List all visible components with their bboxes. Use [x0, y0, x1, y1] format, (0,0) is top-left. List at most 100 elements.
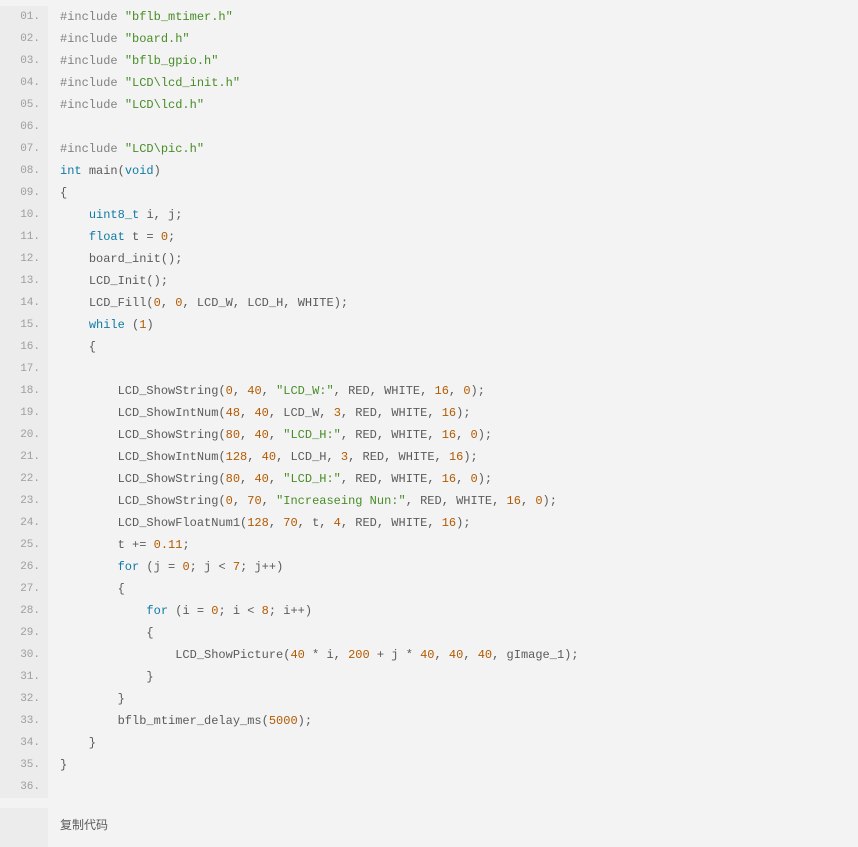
- code-content: #include "LCD\lcd.h": [48, 94, 204, 116]
- code-content: bflb_mtimer_delay_ms(5000);: [48, 710, 312, 732]
- code-line: 01.#include "bflb_mtimer.h": [0, 6, 858, 28]
- code-content: }: [48, 666, 154, 688]
- code-line: 36.: [0, 776, 858, 798]
- code-content: LCD_Init();: [48, 270, 168, 292]
- line-number: 20.: [0, 424, 48, 446]
- code-content: uint8_t i, j;: [48, 204, 182, 226]
- line-number: 06.: [0, 116, 48, 138]
- code-content: LCD_ShowString(0, 40, "LCD_W:", RED, WHI…: [48, 380, 485, 402]
- line-number: 34.: [0, 732, 48, 754]
- code-content: LCD_ShowIntNum(48, 40, LCD_W, 3, RED, WH…: [48, 402, 471, 424]
- code-line: 26. for (j = 0; j < 7; j++): [0, 556, 858, 578]
- line-number: 08.: [0, 160, 48, 182]
- line-number: 12.: [0, 248, 48, 270]
- code-content: [48, 358, 67, 380]
- code-line: 13. LCD_Init();: [0, 270, 858, 292]
- line-number: 01.: [0, 6, 48, 28]
- code-line: 12. board_init();: [0, 248, 858, 270]
- code-content: }: [48, 754, 67, 776]
- line-number: 17.: [0, 358, 48, 380]
- line-number: 32.: [0, 688, 48, 710]
- code-line: 21. LCD_ShowIntNum(128, 40, LCD_H, 3, RE…: [0, 446, 858, 468]
- code-content: {: [48, 336, 96, 358]
- line-number: 35.: [0, 754, 48, 776]
- code-content: LCD_Fill(0, 0, LCD_W, LCD_H, WHITE);: [48, 292, 348, 314]
- code-line: 10. uint8_t i, j;: [0, 204, 858, 226]
- line-number: 25.: [0, 534, 48, 556]
- copy-code-link[interactable]: 复制代码: [48, 808, 108, 847]
- code-content: {: [48, 182, 67, 204]
- code-line: 28. for (i = 0; i < 8; i++): [0, 600, 858, 622]
- copy-row: 复制代码: [0, 808, 858, 847]
- code-block: 01.#include "bflb_mtimer.h"02.#include "…: [0, 0, 858, 847]
- code-content: [48, 776, 67, 798]
- code-line: 18. LCD_ShowString(0, 40, "LCD_W:", RED,…: [0, 380, 858, 402]
- code-content: for (i = 0; i < 8; i++): [48, 600, 312, 622]
- code-content: LCD_ShowFloatNum1(128, 70, t, 4, RED, WH…: [48, 512, 471, 534]
- code-content: for (j = 0; j < 7; j++): [48, 556, 283, 578]
- code-line: 27. {: [0, 578, 858, 600]
- code-line: 35.}: [0, 754, 858, 776]
- code-line: 02.#include "board.h": [0, 28, 858, 50]
- line-number: 22.: [0, 468, 48, 490]
- line-number: 29.: [0, 622, 48, 644]
- code-content: float t = 0;: [48, 226, 175, 248]
- code-content: int main(void): [48, 160, 161, 182]
- code-line: 34. }: [0, 732, 858, 754]
- code-content: LCD_ShowString(80, 40, "LCD_H:", RED, WH…: [48, 424, 492, 446]
- code-line: 30. LCD_ShowPicture(40 * i, 200 + j * 40…: [0, 644, 858, 666]
- code-content: LCD_ShowString(0, 70, "Increaseing Nun:"…: [48, 490, 557, 512]
- line-number: 23.: [0, 490, 48, 512]
- line-number: 31.: [0, 666, 48, 688]
- line-number: 11.: [0, 226, 48, 248]
- code-content: }: [48, 688, 125, 710]
- line-number: 14.: [0, 292, 48, 314]
- line-number: 33.: [0, 710, 48, 732]
- code-line: 14. LCD_Fill(0, 0, LCD_W, LCD_H, WHITE);: [0, 292, 858, 314]
- code-content: LCD_ShowPicture(40 * i, 200 + j * 40, 40…: [48, 644, 579, 666]
- line-number: 10.: [0, 204, 48, 226]
- code-line: 07.#include "LCD\pic.h": [0, 138, 858, 160]
- code-line: 25. t += 0.11;: [0, 534, 858, 556]
- code-content: #include "board.h": [48, 28, 190, 50]
- code-line: 08.int main(void): [0, 160, 858, 182]
- line-number: 04.: [0, 72, 48, 94]
- code-content: while (1): [48, 314, 154, 336]
- code-line: 31. }: [0, 666, 858, 688]
- code-line: 17.: [0, 358, 858, 380]
- code-content: board_init();: [48, 248, 182, 270]
- code-line: 22. LCD_ShowString(80, 40, "LCD_H:", RED…: [0, 468, 858, 490]
- code-line: 23. LCD_ShowString(0, 70, "Increaseing N…: [0, 490, 858, 512]
- code-line: 09.{: [0, 182, 858, 204]
- code-lines: 01.#include "bflb_mtimer.h"02.#include "…: [0, 6, 858, 798]
- line-number: 24.: [0, 512, 48, 534]
- code-content: }: [48, 732, 96, 754]
- code-content: #include "LCD\lcd_init.h": [48, 72, 240, 94]
- line-number: 09.: [0, 182, 48, 204]
- code-content: [48, 116, 67, 138]
- code-content: #include "bflb_mtimer.h": [48, 6, 233, 28]
- code-line: 03.#include "bflb_gpio.h": [0, 50, 858, 72]
- code-line: 16. {: [0, 336, 858, 358]
- code-line: 04.#include "LCD\lcd_init.h": [0, 72, 858, 94]
- code-line: 11. float t = 0;: [0, 226, 858, 248]
- code-line: 19. LCD_ShowIntNum(48, 40, LCD_W, 3, RED…: [0, 402, 858, 424]
- line-number: 26.: [0, 556, 48, 578]
- line-number: 07.: [0, 138, 48, 160]
- code-content: LCD_ShowString(80, 40, "LCD_H:", RED, WH…: [48, 468, 492, 490]
- code-content: {: [48, 622, 154, 644]
- code-line: 05.#include "LCD\lcd.h": [0, 94, 858, 116]
- line-number: 36.: [0, 776, 48, 798]
- line-number: 30.: [0, 644, 48, 666]
- code-line: 06.: [0, 116, 858, 138]
- line-number: 13.: [0, 270, 48, 292]
- line-number: 18.: [0, 380, 48, 402]
- line-number: 05.: [0, 94, 48, 116]
- code-content: {: [48, 578, 125, 600]
- line-number: 27.: [0, 578, 48, 600]
- code-content: #include "bflb_gpio.h": [48, 50, 218, 72]
- code-content: #include "LCD\pic.h": [48, 138, 204, 160]
- line-number: 16.: [0, 336, 48, 358]
- code-line: 32. }: [0, 688, 858, 710]
- code-content: LCD_ShowIntNum(128, 40, LCD_H, 3, RED, W…: [48, 446, 478, 468]
